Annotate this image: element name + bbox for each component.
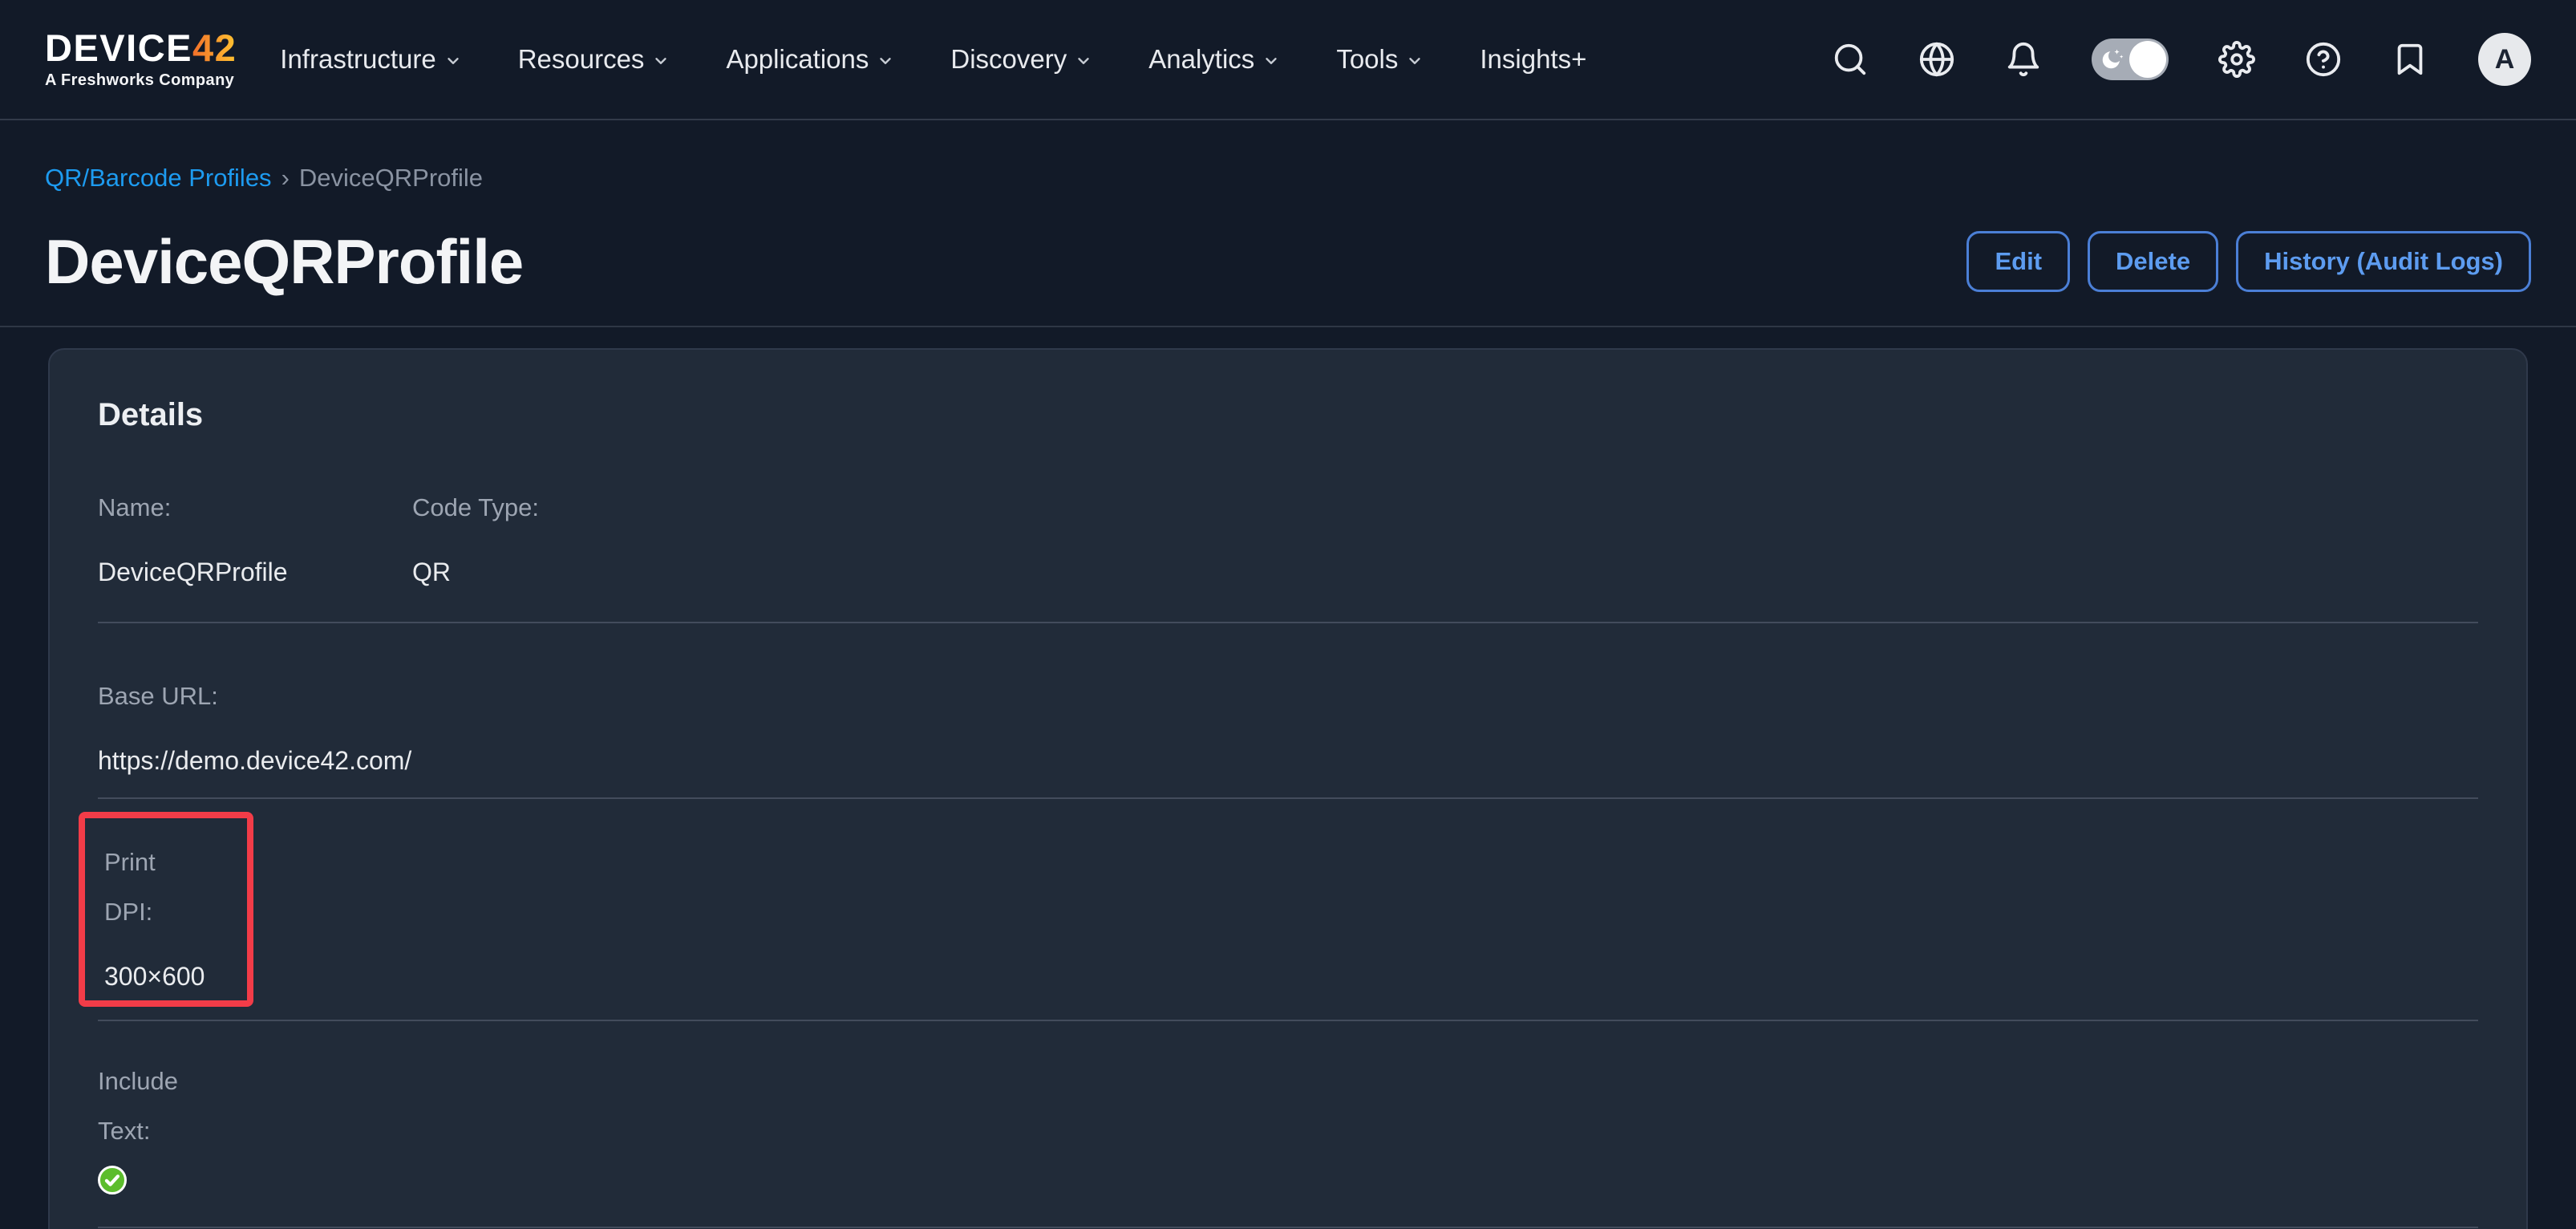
details-card: Details Name: DeviceQRProfile Code Type:… — [48, 348, 2528, 1229]
breadcrumb-link[interactable]: QR/Barcode Profiles — [45, 164, 272, 192]
print-dpi-label: Print DPI: — [104, 838, 210, 937]
chevron-down-icon — [1262, 52, 1280, 70]
breadcrumb-separator: › — [281, 164, 290, 192]
details-heading: Details — [98, 395, 2478, 435]
gear-icon[interactable] — [2218, 41, 2255, 78]
chevron-down-icon — [444, 52, 462, 70]
nav-item-label: Analytics — [1148, 44, 1254, 75]
nav-item-resources[interactable]: Resources — [518, 44, 670, 75]
nav-item-label: Tools — [1336, 44, 1398, 75]
nav-item-applications[interactable]: Applications — [726, 44, 894, 75]
brand-logo[interactable]: DEVICE42 A Freshworks Company — [45, 29, 237, 90]
section-divider — [98, 1020, 2478, 1021]
field-print-dpi: Print DPI: 300×600 — [104, 838, 212, 994]
nav-item-discovery[interactable]: Discovery — [950, 44, 1092, 75]
field-include-text: Include Text: — [98, 1057, 2478, 1195]
avatar-initial: A — [2495, 44, 2515, 75]
top-nav: DEVICE42 A Freshworks Company Infrastruc… — [0, 0, 2576, 120]
nav-menu: Infrastructure Resources Applications Di… — [280, 44, 1586, 75]
field-base-url: Base URL: https://demo.device42.com/ — [98, 671, 2478, 778]
page-header: DeviceQRProfile Edit Delete History (Aud… — [45, 226, 2531, 297]
print-dpi-highlight-box: Print DPI: 300×600 — [79, 812, 253, 1007]
help-icon[interactable] — [2305, 41, 2342, 78]
section-divider — [98, 1227, 2478, 1228]
base-url-label: Base URL: — [98, 671, 2478, 721]
field-code-type: Code Type: QR — [412, 483, 539, 590]
chevron-down-icon — [877, 52, 894, 70]
chevron-down-icon — [1406, 52, 1424, 70]
section-divider — [98, 622, 2478, 623]
globe-icon[interactable] — [1918, 41, 1955, 78]
page-title: DeviceQRProfile — [45, 226, 523, 297]
name-codetype-row: Name: DeviceQRProfile Code Type: QR — [98, 483, 2478, 590]
section-divider — [98, 797, 2478, 799]
brand-name-accent: 42 — [192, 26, 237, 69]
breadcrumb-current: DeviceQRProfile — [299, 164, 483, 192]
nav-item-infrastructure[interactable]: Infrastructure — [280, 44, 461, 75]
bell-icon[interactable] — [2005, 41, 2042, 78]
bookmark-icon[interactable] — [2392, 41, 2428, 78]
nav-item-analytics[interactable]: Analytics — [1148, 44, 1280, 75]
chevron-down-icon — [1075, 52, 1092, 70]
chevron-down-icon — [652, 52, 670, 70]
edit-button[interactable]: Edit — [1966, 231, 2070, 292]
toggle-knob — [2129, 41, 2166, 78]
name-value: DeviceQRProfile — [98, 554, 412, 590]
brand-tagline: A Freshworks Company — [45, 71, 237, 90]
include-text-label: Include Text: — [98, 1057, 204, 1156]
history-audit-logs-button[interactable]: History (Audit Logs) — [2236, 231, 2531, 292]
base-url-value: https://demo.device42.com/ — [98, 743, 2478, 778]
name-label: Name: — [98, 483, 412, 533]
nav-item-label: Applications — [726, 44, 869, 75]
breadcrumb: QR/Barcode Profiles › DeviceQRProfile — [45, 162, 2531, 194]
nav-item-label: Resources — [518, 44, 645, 75]
delete-button[interactable]: Delete — [2088, 231, 2218, 292]
brand-name: DEVICE42 — [45, 29, 237, 67]
moon-icon — [2098, 46, 2125, 73]
avatar[interactable]: A — [2478, 33, 2531, 86]
theme-toggle[interactable] — [2092, 39, 2169, 80]
brand-name-primary: DEVICE — [45, 26, 192, 69]
check-circle-icon — [98, 1166, 127, 1195]
nav-item-tools[interactable]: Tools — [1336, 44, 1424, 75]
toolbar: A — [1832, 33, 2531, 86]
nav-item-label: Infrastructure — [280, 44, 435, 75]
code-type-label: Code Type: — [412, 483, 539, 533]
nav-item-label: Insights+ — [1480, 44, 1586, 75]
search-icon[interactable] — [1832, 41, 1869, 78]
action-buttons: Edit Delete History (Audit Logs) — [1966, 231, 2531, 292]
nav-item-insights[interactable]: Insights+ — [1480, 44, 1586, 75]
nav-item-label: Discovery — [950, 44, 1067, 75]
print-dpi-value: 300×600 — [104, 959, 212, 994]
field-name: Name: DeviceQRProfile — [98, 483, 412, 590]
header-divider — [0, 326, 2576, 327]
code-type-value: QR — [412, 554, 539, 590]
